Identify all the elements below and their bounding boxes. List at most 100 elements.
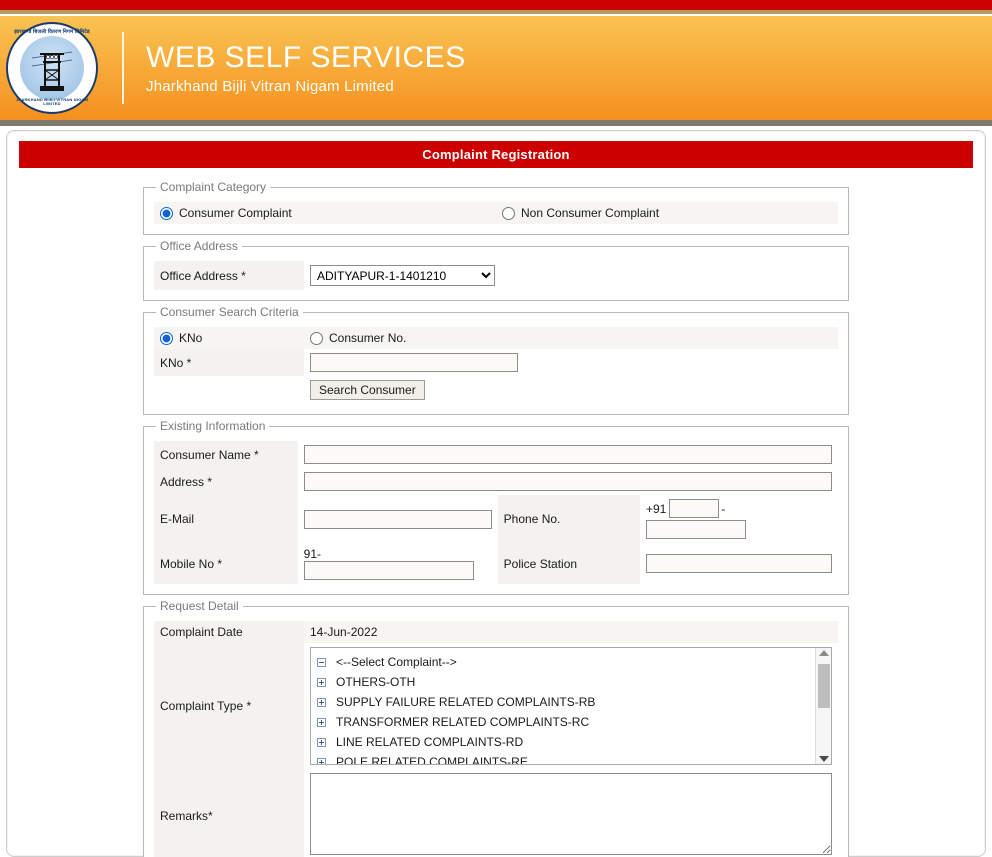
logo-english-text: JHARKHAND BIJLI VITRAN NIGAM LIMITED: [15, 97, 89, 106]
phone-country-prefix: +91: [646, 501, 667, 516]
remarks-cell: [304, 769, 838, 857]
tree-expand-icon[interactable]: [317, 697, 326, 707]
scroll-up-arrow-icon[interactable]: [818, 650, 829, 656]
radio-kno[interactable]: [160, 331, 173, 345]
tree-node-label[interactable]: POLE RELATED COMPLAINTS-RE: [336, 755, 528, 764]
email-label: E-Mail: [154, 495, 298, 543]
kno-input-cell: [304, 349, 838, 376]
table-row: KNo *: [154, 349, 838, 376]
tree-node-label[interactable]: LINE RELATED COMPLAINTS-RD: [336, 735, 523, 749]
police-station-label: Police Station: [497, 543, 640, 584]
office-address-value-cell: ADITYAPUR-1-1401210: [304, 261, 838, 290]
table-row: Remarks*: [154, 769, 838, 857]
kno-radio-cell[interactable]: KNo: [154, 327, 304, 349]
table-row: Search Consumer: [154, 376, 838, 404]
header-divider: [122, 32, 124, 104]
complaint-type-cell: <--Select Complaint--> OTHERS-OTH SUPPLY…: [304, 643, 838, 769]
table-row: Complaint Type * <--Select Complaint-->: [154, 643, 838, 769]
email-cell: [298, 495, 498, 543]
radio-non-consumer-complaint-label[interactable]: Non Consumer Complaint: [521, 206, 659, 220]
tree-expand-icon[interactable]: [317, 757, 326, 764]
complaint-category-section: Complaint Category Consumer Complaint No…: [143, 180, 849, 235]
remarks-label: Remarks*: [154, 769, 304, 857]
phone-separator: -: [721, 501, 726, 516]
consumer-complaint-cell[interactable]: Consumer Complaint: [154, 202, 496, 224]
jbvnl-emblem-icon: झारखण्ड बिजली वितरण निगम लिमिटेड JHARKHA…: [6, 22, 98, 114]
mobile-label: Mobile No *: [154, 543, 298, 584]
complaint-form: Complaint Category Consumer Complaint No…: [19, 168, 973, 857]
address-input[interactable]: [303, 472, 832, 491]
complaint-type-tree[interactable]: <--Select Complaint--> OTHERS-OTH SUPPLY…: [310, 647, 832, 765]
kno-input[interactable]: [310, 353, 518, 372]
tree-expand-icon[interactable]: [317, 717, 326, 727]
list-item[interactable]: <--Select Complaint-->: [317, 652, 815, 672]
scrollbar-thumb[interactable]: [818, 664, 830, 708]
existing-information-table: Consumer Name * Address * E-Mail Phone N…: [154, 441, 838, 584]
table-row: Complaint Date 14-Jun-2022: [154, 621, 838, 643]
complaint-category-table: Consumer Complaint Non Consumer Complain…: [154, 202, 838, 224]
list-item[interactable]: TRANSFORMER RELATED COMPLAINTS-RC: [317, 712, 815, 732]
consumer-name-cell: [298, 441, 838, 468]
tree-node-label[interactable]: SUPPLY FAILURE RELATED COMPLAINTS-RB: [336, 695, 595, 709]
phone-std-input[interactable]: [669, 499, 720, 518]
request-detail-section: Request Detail Complaint Date 14-Jun-202…: [143, 599, 849, 857]
list-item[interactable]: SUPPLY FAILURE RELATED COMPLAINTS-RB: [317, 692, 815, 712]
consumer-name-label: Consumer Name *: [154, 441, 298, 468]
remarks-textarea[interactable]: [310, 773, 832, 855]
tree-expand-icon[interactable]: [317, 677, 326, 687]
police-station-input[interactable]: [646, 554, 832, 573]
office-address-label: Office Address *: [154, 261, 304, 290]
consumer-no-radio-cell[interactable]: Consumer No.: [304, 327, 454, 349]
logo-inner-disc: [20, 36, 84, 100]
address-cell: [298, 468, 838, 495]
tree-node-label[interactable]: TRANSFORMER RELATED COMPLAINTS-RC: [336, 715, 589, 729]
site-header: झारखण्ड बिजली वितरण निगम लिमिटेड JHARKHA…: [0, 16, 992, 120]
police-station-cell: [640, 543, 838, 584]
tree-node-label[interactable]: <--Select Complaint-->: [336, 655, 457, 669]
complaint-type-tree-list: <--Select Complaint--> OTHERS-OTH SUPPLY…: [311, 648, 815, 764]
page-wrapper: Complaint Registration Complaint Categor…: [0, 130, 992, 857]
table-row: E-Mail Phone No. +91 -: [154, 495, 838, 543]
list-item[interactable]: OTHERS-OTH: [317, 672, 815, 692]
tree-scrollbar[interactable]: [815, 648, 831, 764]
consumer-search-legend: Consumer Search Criteria: [160, 305, 299, 319]
tree-node-label[interactable]: OTHERS-OTH: [336, 675, 415, 689]
table-row: Consumer Name *: [154, 441, 838, 468]
radio-consumer-complaint-label[interactable]: Consumer Complaint: [179, 206, 292, 220]
top-red-strip: [0, 0, 992, 10]
logo-container: झारखण्ड बिजली वितरण निगम लिमिटेड JHARKHA…: [0, 16, 104, 120]
radio-consumer-no-label[interactable]: Consumer No.: [329, 331, 406, 345]
email-input[interactable]: [303, 509, 492, 529]
logo-hindi-text: झारखण्ड बिजली वितरण निगम लिमिटेड: [14, 29, 90, 35]
complaint-date-label: Complaint Date: [154, 621, 304, 643]
phone-number-input[interactable]: [646, 520, 746, 539]
radio-non-consumer-complaint[interactable]: [502, 206, 515, 220]
phone-label: Phone No.: [497, 495, 640, 543]
list-item[interactable]: POLE RELATED COMPLAINTS-RE: [317, 752, 815, 764]
tree-collapse-icon[interactable]: [317, 657, 326, 667]
transmission-tower-icon: [32, 51, 72, 91]
complaint-category-legend: Complaint Category: [160, 180, 267, 194]
content-panel: Complaint Registration Complaint Categor…: [6, 130, 986, 857]
table-row: Mobile No * 91- Police Station: [154, 543, 838, 584]
request-detail-legend: Request Detail: [160, 599, 239, 613]
non-consumer-complaint-cell[interactable]: Non Consumer Complaint: [496, 202, 838, 224]
office-address-section: Office Address Office Address * ADITYAPU…: [143, 239, 849, 301]
scroll-down-arrow-icon[interactable]: [818, 756, 829, 762]
consumer-name-input[interactable]: [303, 445, 832, 464]
office-address-select[interactable]: ADITYAPUR-1-1401210: [310, 265, 495, 286]
search-button-spacer: [154, 376, 304, 404]
radio-kno-label[interactable]: KNo: [179, 331, 202, 345]
consumer-search-table: KNo Consumer No. KNo * Search Consumer: [154, 327, 838, 404]
radio-consumer-no[interactable]: [310, 331, 323, 345]
complaint-date-value: 14-Jun-2022: [304, 621, 838, 643]
table-row: Office Address * ADITYAPUR-1-1401210: [154, 261, 838, 290]
tree-expand-icon[interactable]: [317, 737, 326, 747]
mobile-input[interactable]: [303, 561, 474, 580]
radio-consumer-complaint[interactable]: [160, 206, 173, 220]
office-address-legend: Office Address: [160, 239, 238, 253]
list-item[interactable]: LINE RELATED COMPLAINTS-RD: [317, 732, 815, 752]
search-consumer-button[interactable]: Search Consumer: [310, 380, 425, 400]
office-address-table: Office Address * ADITYAPUR-1-1401210: [154, 261, 838, 290]
search-button-cell: Search Consumer: [304, 376, 838, 404]
